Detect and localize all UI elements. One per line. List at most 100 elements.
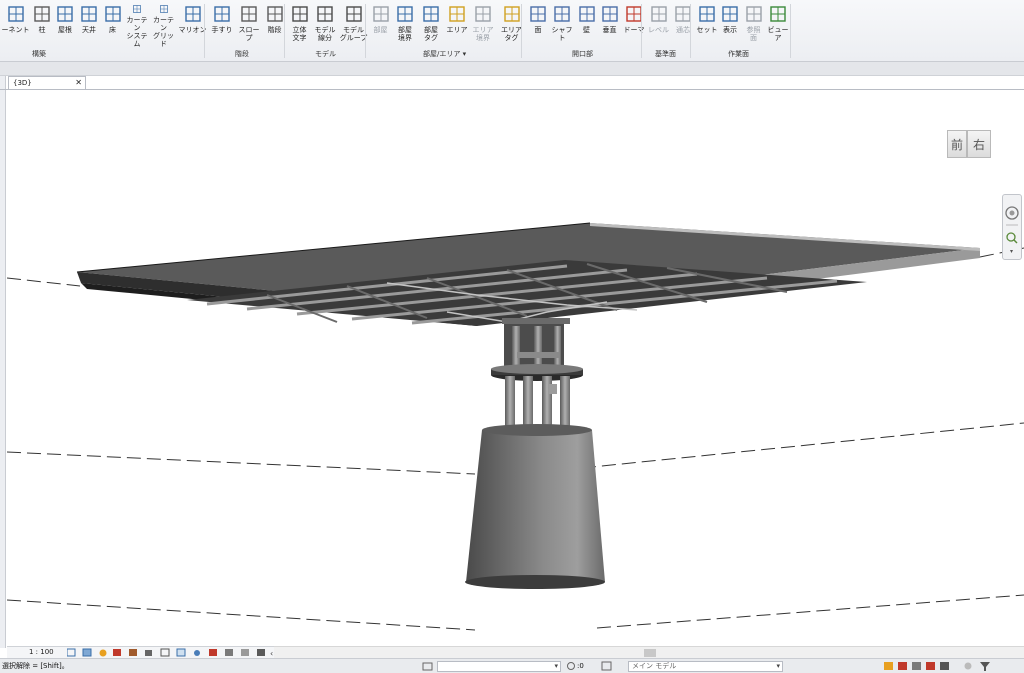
status-bar: 選択解除 = [Shift]。 ▾ :0 メイン モデル ▾ (0, 658, 1024, 673)
view-scale[interactable]: 1 : 100 (29, 647, 54, 658)
ribbon-tool-floor[interactable]: 床 (101, 4, 124, 48)
ribbon-tool-set[interactable]: セット (696, 4, 718, 48)
ribbon-tool-component[interactable]: ーネント (0, 4, 31, 48)
ribbon-tool-label: モデル グループ (339, 26, 368, 42)
scroll-left-icon[interactable]: ‹ (270, 649, 273, 658)
model-line-icon (317, 6, 333, 22)
crop-view-icon[interactable] (160, 648, 170, 657)
visual-style-icon[interactable] (82, 648, 92, 657)
panel-separator (790, 4, 791, 58)
show-constraints-icon[interactable] (257, 649, 265, 656)
3d-viewport[interactable] (7, 90, 1024, 646)
ribbon-tool-column[interactable]: 柱 (31, 4, 53, 48)
workset-dropdown[interactable]: ▾ (437, 661, 561, 672)
horizontal-scrollbar[interactable] (274, 646, 1024, 658)
ribbon-tool-curtain-grid[interactable]: カーテン グリッド (150, 4, 177, 48)
ribbon-tool-label: 屋根 (58, 26, 72, 34)
select-links-icon[interactable] (884, 662, 893, 670)
ribbon-tool-area-tag[interactable]: エリア タグ (496, 4, 527, 48)
mullion-icon (184, 6, 201, 22)
floor-icon (104, 6, 121, 22)
ribbon-tool-area-boundary[interactable]: エリア 境界 (470, 4, 496, 48)
analysis-icon[interactable] (241, 649, 249, 656)
panel-label-room-area[interactable]: 部屋/エリア ▾ (423, 49, 466, 59)
select-by-face-icon[interactable] (926, 662, 935, 670)
support-columns[interactable] (505, 376, 570, 430)
chevron-down-icon: ▾ (554, 662, 558, 670)
ribbon-tool-curtain-system[interactable]: カーテン システム (124, 4, 150, 48)
steering-wheel-icon[interactable] (1005, 206, 1019, 220)
ribbon-tool-label: 柱 (38, 26, 46, 34)
ribbon-tool-ceiling[interactable]: 天井 (77, 4, 101, 48)
lock-view-icon[interactable] (145, 650, 152, 656)
design-options-icon[interactable] (601, 661, 613, 671)
workset-icon[interactable] (422, 661, 434, 671)
ceiling-icon (81, 6, 97, 22)
editable-only-icon[interactable] (566, 661, 576, 671)
ribbon-tool-label: シャフト (551, 26, 573, 42)
ribbon-tool-room-tag[interactable]: 部屋 タグ (418, 4, 444, 48)
curtain-grid-icon (159, 5, 168, 13)
select-underlay-icon[interactable] (898, 662, 907, 670)
ribbon-tool-railing[interactable]: 手すり (208, 4, 236, 48)
design-option-dropdown[interactable]: メイン モデル ▾ (628, 661, 783, 672)
ribbon-tool-room[interactable]: 部屋 (369, 4, 392, 48)
ribbon-tool-ref-plane[interactable]: 参照 面 (742, 4, 765, 48)
select-pinned-icon[interactable] (912, 662, 921, 670)
ribbon-tool-model-text[interactable]: 立体 文字 (287, 4, 312, 48)
scrollbar-thumb[interactable] (644, 649, 656, 657)
ribbon-tool-grid[interactable]: 通芯 (670, 4, 696, 48)
ribbon-tool-vertical[interactable]: 垂直 (598, 4, 621, 48)
panel-separator (204, 4, 205, 58)
project-browser-edge[interactable] (0, 76, 6, 648)
view-cube-front[interactable]: 前 (947, 130, 967, 158)
detail-level-icon[interactable] (67, 648, 76, 657)
component-icon (7, 6, 24, 22)
close-icon[interactable]: ✕ (75, 77, 82, 89)
cone-base[interactable] (465, 424, 605, 589)
ribbon-tool-level[interactable]: レベル (647, 4, 670, 48)
ribbon-tool-label: 壁 (583, 26, 590, 34)
render-icon[interactable] (129, 649, 137, 656)
ribbon-tool-label: ビューア (767, 26, 789, 42)
wall-opening-icon (578, 6, 595, 22)
coord-readout: :0 (577, 662, 584, 670)
shadows-icon[interactable] (113, 649, 121, 656)
panel-separator (690, 4, 691, 58)
view-cube-right[interactable]: 右 (967, 130, 991, 158)
ribbon-tool-viewer[interactable]: ビューア (765, 4, 791, 48)
sun-path-icon[interactable] (99, 649, 107, 657)
ribbon-tool-shaft[interactable]: シャフト (549, 4, 575, 48)
area-tag-icon (503, 6, 520, 22)
view-tab-title: {3D} (13, 79, 32, 87)
shaft-icon (554, 6, 570, 22)
view-cube[interactable]: 前 右 (947, 130, 991, 160)
crop-region-icon[interactable] (176, 648, 186, 657)
ribbon-tool-label: 手すり (211, 26, 233, 34)
column-icon (34, 6, 50, 22)
ribbon-tool-label: スロープ (238, 26, 260, 42)
ribbon-tool-ramp[interactable]: スロープ (236, 4, 262, 48)
ribbon-tool-label: マリオン (178, 26, 207, 34)
background-processes-icon[interactable] (964, 662, 972, 670)
ribbon: ーネント柱 屋根 天井 床 カーテン システム カーテン グリッド マリオン 手すり スロープ階… (0, 0, 1024, 62)
zoom-icon[interactable] (1006, 232, 1018, 244)
ribbon-tool-dormer[interactable]: ドーマ (621, 4, 647, 48)
drag-elements-icon[interactable] (940, 662, 949, 670)
ribbon-tool-room-separator[interactable]: 部屋 境界 (392, 4, 418, 48)
ribbon-tool-model-line[interactable]: モデル 線分 (312, 4, 338, 48)
temporary-view-icon[interactable] (225, 649, 233, 656)
ribbon-tool-label: 通芯 (676, 26, 690, 34)
reveal-hidden-icon[interactable] (209, 649, 217, 656)
ribbon-tool-area[interactable]: エリア (444, 4, 470, 48)
temp-hide-icon[interactable] (194, 650, 200, 656)
filter-icon[interactable] (980, 662, 990, 671)
ribbon-tool-show[interactable]: 表示 (718, 4, 742, 48)
ribbon-tool-by-face[interactable]: 面 (527, 4, 549, 48)
selection-options-icons (884, 662, 990, 671)
model-canvas (7, 222, 1024, 631)
ribbon-tool-wall-opening[interactable]: 壁 (575, 4, 598, 48)
view-tab-3d[interactable]: {3D} ✕ (8, 76, 86, 90)
ribbon-tool-roof[interactable]: 屋根 (53, 4, 77, 48)
design-option-value: メイン モデル (632, 662, 677, 670)
